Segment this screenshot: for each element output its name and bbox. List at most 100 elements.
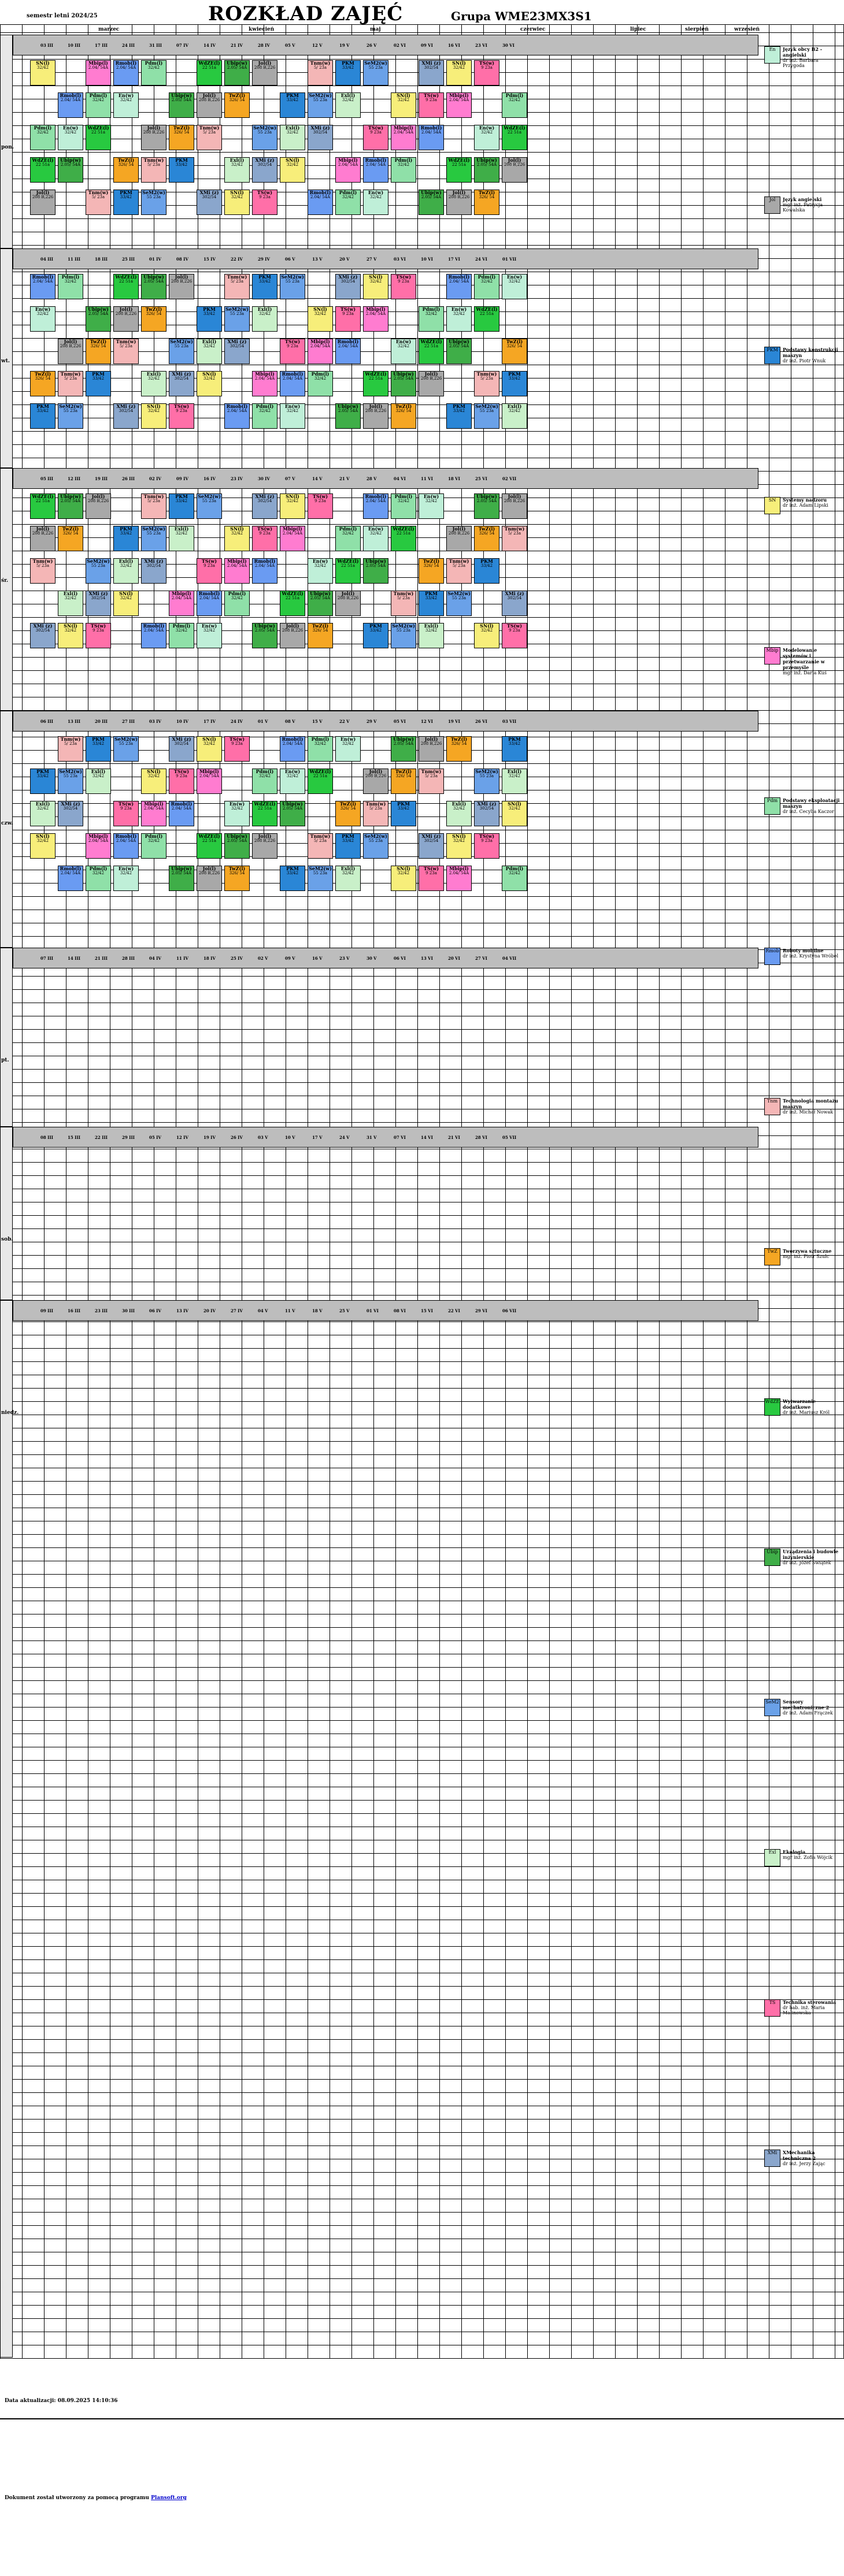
class-block[interactable]: Pdm(l) 32/42 <box>252 403 277 429</box>
class-block[interactable]: PKM 33/42 <box>502 371 527 396</box>
class-block[interactable]: PKM 33/42 <box>113 526 139 551</box>
class-block[interactable]: SN(l) 32/42 <box>280 493 305 519</box>
class-block[interactable]: TS(w) 9 23a <box>86 623 111 648</box>
class-block[interactable]: TwZ(l) 326/ 54 <box>502 339 527 364</box>
class-block[interactable]: TwZ(l) 326/ 54 <box>141 306 166 332</box>
class-block[interactable]: Ubip(w) 2.05/ 54A <box>58 157 83 183</box>
class-block[interactable]: Tnm(w) 5/ 23a <box>58 736 83 762</box>
class-block[interactable]: SeM2(w) 55 23a <box>58 769 83 794</box>
class-block[interactable]: TS(w) 9 23a <box>197 558 222 584</box>
class-block[interactable]: SeM2(w) 55 23a <box>113 736 139 762</box>
class-block[interactable]: XMi (z) 302/54 <box>113 403 139 429</box>
class-block[interactable]: Pdm(l) 32/42 <box>308 371 333 396</box>
class-block[interactable]: Rmob(l) 2.04/ 54A <box>308 190 333 215</box>
class-block[interactable]: Ubip(w) 2.05/ 54A <box>224 833 250 859</box>
class-block[interactable]: WdZE(l) 22 51a <box>363 371 388 396</box>
class-block[interactable]: Rmob(l) 2.04/ 54A <box>280 371 305 396</box>
class-block[interactable]: XMi (z) 302/54 <box>169 736 194 762</box>
class-block[interactable]: XMi (z) 302/54 <box>502 591 527 616</box>
class-block[interactable]: Exl(l) 32/42 <box>502 403 527 429</box>
class-block[interactable]: SN(l) 32/42 <box>391 92 416 118</box>
class-block[interactable]: PKM 33/42 <box>474 558 499 584</box>
class-block[interactable]: Jol(l) 208 B,226 <box>502 157 527 183</box>
class-block[interactable]: TS(w) 9 23a <box>335 306 361 332</box>
class-block[interactable]: PKM 33/42 <box>30 769 55 794</box>
class-block[interactable]: TwZ(l) 326/ 54 <box>58 526 83 551</box>
class-block[interactable]: Rmob(l) 2.04/ 54A <box>141 623 166 648</box>
class-block[interactable]: Mbip(l) 2.04/ 54A <box>446 866 472 891</box>
class-block[interactable]: SN(l) 32/42 <box>58 623 83 648</box>
class-block[interactable]: WdZE(l) 22 51a <box>391 526 416 551</box>
class-block[interactable]: PKM 33/42 <box>280 92 305 118</box>
class-block[interactable]: SN(l) 32/42 <box>224 190 250 215</box>
class-block[interactable]: Tnm(w) 5/ 23a <box>30 558 55 584</box>
class-block[interactable]: Jol(l) 208 B,226 <box>58 339 83 364</box>
class-block[interactable]: Ubip(w) 2.05/ 54A <box>391 371 416 396</box>
class-block[interactable]: Tnm(w) 5/ 23a <box>363 801 388 826</box>
class-block[interactable]: PKM 33/42 <box>446 403 472 429</box>
class-block[interactable]: Ubip(w) 2.05/ 54A <box>474 157 499 183</box>
class-block[interactable]: Pdm(l) 32/42 <box>224 591 250 616</box>
class-block[interactable]: Rmob(l) 2.04/ 54A <box>363 493 388 519</box>
class-block[interactable]: SN(l) 32/42 <box>141 769 166 794</box>
class-block[interactable]: TwZ(l) 326/ 54 <box>224 866 250 891</box>
class-block[interactable]: SN(l) 32/42 <box>391 866 416 891</box>
class-block[interactable]: XMi (z) 302/54 <box>252 493 277 519</box>
class-block[interactable]: Ubip(w) 2.05/ 54A <box>141 274 166 299</box>
class-block[interactable]: TS(w) 9 23a <box>169 769 194 794</box>
class-block[interactable]: PKM 33/42 <box>335 60 361 86</box>
class-block[interactable]: Tnm(w) 5/ 23a <box>474 371 499 396</box>
class-block[interactable]: SN(l) 32/42 <box>113 591 139 616</box>
class-block[interactable]: Mbip(l) 2.04/ 54A <box>86 833 111 859</box>
class-block[interactable]: SN(l) 32/42 <box>502 801 527 826</box>
class-block[interactable]: Mbip(l) 2.04/ 54A <box>86 60 111 86</box>
class-block[interactable]: Jol(l) 208 B,226 <box>363 403 388 429</box>
class-block[interactable]: TS(w) 9 23a <box>252 190 277 215</box>
class-block[interactable]: SN(l) 32/42 <box>308 306 333 332</box>
class-block[interactable]: Exl(l) 32/42 <box>113 558 139 584</box>
class-block[interactable]: Exl(l) 32/42 <box>86 769 111 794</box>
class-block[interactable]: Mbip(l) 2.04/ 54A <box>169 591 194 616</box>
class-block[interactable]: TwZ(l) 326/ 54 <box>308 623 333 648</box>
class-block[interactable]: En(w) 32/42 <box>197 623 222 648</box>
class-block[interactable]: Ubip(w) 2.05/ 54A <box>86 306 111 332</box>
class-block[interactable]: Pdm(l) 32/42 <box>335 190 361 215</box>
class-block[interactable]: Mbip(l) 2.04/ 54A <box>363 306 388 332</box>
class-block[interactable]: En(w) 32/42 <box>502 274 527 299</box>
class-block[interactable]: PKM 33/42 <box>169 157 194 183</box>
class-block[interactable]: TwZ(l) 326/ 54 <box>474 190 499 215</box>
class-block[interactable]: Exl(l) 32/42 <box>446 801 472 826</box>
class-block[interactable]: Mbip(l) 2.04/ 54A <box>308 339 333 364</box>
class-block[interactable]: PKM 33/42 <box>502 736 527 762</box>
class-block[interactable]: Jol(l) 208 B,226 <box>363 769 388 794</box>
class-block[interactable]: TS(w) 9 23a <box>252 526 277 551</box>
class-block[interactable]: En(w) 32/42 <box>113 866 139 891</box>
class-block[interactable]: En(w) 32/42 <box>308 558 333 584</box>
class-block[interactable]: Jol(l) 208 B,226 <box>252 833 277 859</box>
class-block[interactable]: Rmob(l) 2.04/ 54A <box>419 125 444 150</box>
class-block[interactable]: TS(w) 9 23a <box>502 623 527 648</box>
class-block[interactable]: Ubip(w) 2.05/ 54A <box>335 403 361 429</box>
class-block[interactable]: XMi (z) 302/54 <box>197 190 222 215</box>
class-block[interactable]: TS(w) 9 23a <box>363 125 388 150</box>
class-block[interactable]: SeM2(w) 55 23a <box>363 833 388 859</box>
class-block[interactable]: SeM2(w) 55 23a <box>280 274 305 299</box>
class-block[interactable]: Exl(l) 32/42 <box>58 591 83 616</box>
class-block[interactable]: Jol(l) 208 B,226 <box>419 736 444 762</box>
class-block[interactable]: En(w) 32/42 <box>474 125 499 150</box>
class-block[interactable]: Ubip(w) 2.05/ 54A <box>169 866 194 891</box>
class-block[interactable]: WdZE(l) 22 51a <box>280 591 305 616</box>
class-block[interactable]: WdZE(l) 22 51a <box>30 493 55 519</box>
class-block[interactable]: SeM2(w) 55 23a <box>224 306 250 332</box>
class-block[interactable]: WdZE(l) 22 51a <box>30 157 55 183</box>
class-block[interactable]: Tnm(w) 5/ 23a <box>113 339 139 364</box>
class-block[interactable]: PKM 33/42 <box>197 306 222 332</box>
class-block[interactable]: Mbip(l) 2.04/ 54A <box>252 371 277 396</box>
class-block[interactable]: TS(w) 9 23a <box>280 339 305 364</box>
class-block[interactable]: XMi (z) 302/54 <box>169 371 194 396</box>
class-block[interactable]: Mbip(l) 2.04/ 54A <box>335 157 361 183</box>
class-block[interactable]: Jol(l) 208 B,226 <box>502 493 527 519</box>
class-block[interactable]: SeM2(w) 55 23a <box>308 866 333 891</box>
class-block[interactable]: En(w) 32/42 <box>30 306 55 332</box>
class-block[interactable]: PKM 33/42 <box>335 833 361 859</box>
